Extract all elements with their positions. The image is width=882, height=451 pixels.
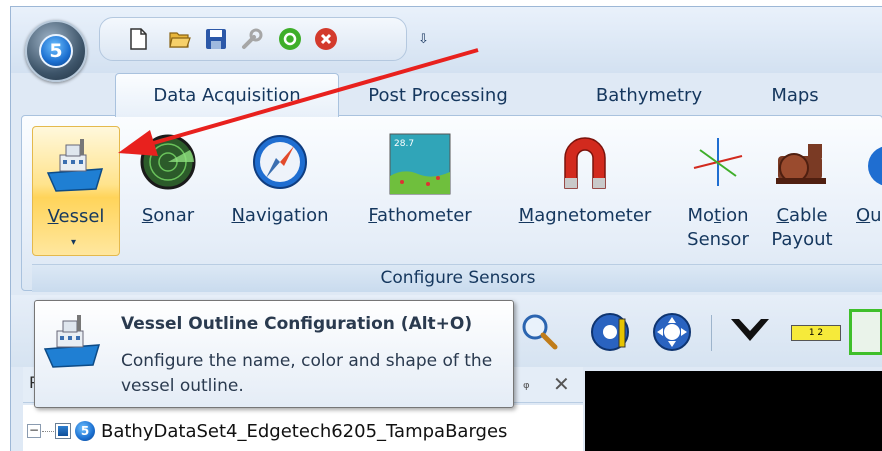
- pan-center-icon[interactable]: [589, 311, 631, 353]
- cable-payout-label-line2: Payout: [771, 229, 833, 250]
- magnetometer-button[interactable]: Magnetometer: [506, 126, 664, 256]
- tab-bathymetry[interactable]: Bathymetry: [583, 73, 715, 117]
- sonar-label: onar: [153, 205, 195, 226]
- fathometer-depth-text: 28.7: [394, 139, 414, 149]
- toolbar-separator: [711, 315, 712, 351]
- vessel-icon: [46, 139, 104, 192]
- app-logo-icon: 5: [39, 34, 73, 68]
- tab-post-processing[interactable]: Post Processing: [353, 73, 523, 117]
- wrench-icon[interactable]: [240, 27, 264, 51]
- vessel-button[interactable]: Vessel ▾: [32, 126, 120, 256]
- partial-ribbon-button[interactable]: Ou: [848, 126, 882, 256]
- pin-icon[interactable]: ᵩ: [523, 373, 530, 392]
- open-folder-icon[interactable]: [168, 27, 192, 51]
- tab-maps[interactable]: Maps: [755, 73, 835, 117]
- compass-icon: [253, 135, 307, 189]
- application-menu-button[interactable]: 5: [25, 20, 87, 82]
- pan-icon[interactable]: [651, 311, 693, 353]
- vessel-icon: [43, 315, 101, 368]
- tree-item[interactable]: − 5 BathyDataSet4_Edgetech6205_TampaBarg…: [27, 419, 507, 443]
- sonar-mnemonic: S: [141, 205, 154, 226]
- fathometer-button[interactable]: 28.7 Fathometer: [358, 126, 482, 256]
- navigation-button[interactable]: Navigation: [222, 126, 338, 256]
- cable-payout-mnemonic: C: [776, 205, 790, 226]
- sonar-button[interactable]: Sonar: [128, 126, 208, 256]
- tree-connector: [42, 430, 54, 432]
- checkbox-fill: [58, 426, 68, 436]
- stop-icon[interactable]: [314, 27, 338, 51]
- map-view[interactable]: [585, 371, 882, 451]
- magnetometer-label: agnetometer: [534, 205, 652, 226]
- chevron-down-icon[interactable]: [727, 311, 773, 351]
- vessel-label: essel: [58, 206, 105, 227]
- save-icon[interactable]: [204, 27, 228, 51]
- collapse-icon[interactable]: −: [27, 424, 41, 438]
- motion-sensor-label-pre: Mo: [687, 205, 715, 226]
- cable-payout-label-post: able: [789, 205, 828, 226]
- vessel-mnemonic: V: [47, 206, 59, 227]
- project-tree: − 5 BathyDataSet4_Edgetech6205_TampaBarg…: [23, 405, 583, 451]
- navigation-mnemonic: N: [231, 205, 245, 226]
- cable-payout-button[interactable]: Cable Payout: [762, 126, 842, 256]
- motion-axes-icon: [693, 138, 743, 186]
- motion-sensor-label-line2: Sensor: [687, 229, 749, 250]
- app-logo-glyph: 5: [49, 40, 63, 62]
- fathometer-label: athometer: [377, 205, 472, 226]
- fathometer-icon: 28.7: [389, 133, 451, 195]
- partial-mnemonic: O: [856, 205, 871, 226]
- dataset-logo-icon: 5: [75, 421, 95, 441]
- motion-sensor-button[interactable]: Motion Sensor: [676, 126, 760, 256]
- start-icon[interactable]: [278, 27, 302, 51]
- sonar-icon: [140, 134, 196, 190]
- magnet-icon: [564, 137, 606, 189]
- zoom-icon[interactable]: [519, 311, 559, 351]
- partial-button-icon: [868, 146, 882, 186]
- tooltip-description: Configure the name, color and shape of t…: [121, 351, 493, 396]
- fathometer-mnemonic: F: [368, 205, 378, 226]
- tree-item-label: BathyDataSet4_Edgetech6205_TampaBarges: [101, 420, 508, 442]
- quick-access-toolbar: ⇩: [99, 17, 429, 61]
- magnetometer-mnemonic: M: [518, 205, 535, 226]
- group-caption-configure-sensors: Configure Sensors: [32, 264, 882, 292]
- cable-winch-icon: [776, 144, 826, 184]
- customize-toolbar-icon[interactable]: ⇩: [418, 32, 429, 47]
- new-document-icon[interactable]: [126, 27, 150, 51]
- close-icon[interactable]: ✕: [553, 372, 570, 396]
- tree-item-checkbox[interactable]: [55, 423, 71, 439]
- motion-sensor-label-post: ion: [721, 205, 749, 226]
- tab-data-acquisition[interactable]: Data Acquisition: [115, 73, 339, 117]
- vessel-tool-selected-icon[interactable]: [849, 309, 882, 355]
- navigation-label: avigation: [244, 205, 329, 226]
- ruler-text: 1 2: [808, 328, 824, 338]
- partial-label: u: [870, 205, 882, 226]
- vessel-tooltip: Vessel Outline Configuration (Alt+O) Con…: [34, 300, 514, 408]
- vessel-dropdown-icon[interactable]: ▾: [71, 237, 76, 248]
- ribbon-panel: Vessel ▾ Sonar Navigation 28.7 Fathomete…: [21, 115, 882, 292]
- ruler-icon[interactable]: 1 2: [791, 325, 841, 341]
- tooltip-title: Vessel Outline Configuration (Alt+O): [121, 314, 473, 334]
